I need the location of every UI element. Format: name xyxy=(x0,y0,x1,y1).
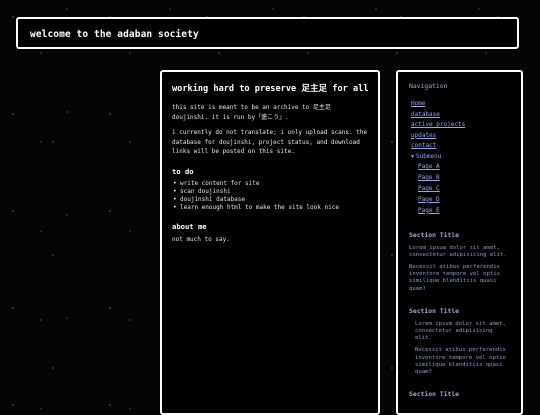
submenu-link-page-b[interactable]: Page B xyxy=(418,173,511,184)
section-text: Necessit atibus perferendis inventore te… xyxy=(415,347,506,375)
site-title: welcome to the adaban society xyxy=(30,29,199,40)
todo-item: doujinshi database xyxy=(173,196,368,204)
todo-item: scan doujinshi xyxy=(173,188,368,196)
submenu-toggle[interactable]: ▼ Submenu xyxy=(411,152,511,163)
todo-item: write content for site xyxy=(173,180,368,188)
site-header: welcome to the adaban society xyxy=(16,17,519,49)
todo-list: write content for site scan doujinshi do… xyxy=(172,180,368,213)
nav-link-updates[interactable]: updates xyxy=(411,131,511,142)
nav-link-active-projects[interactable]: active projects xyxy=(411,120,511,131)
about-heading: about me xyxy=(172,222,207,232)
section-text: Lorem ipsum dolor sit amet, consectetur … xyxy=(409,244,507,258)
intro-paragraph: this site is meant to be an archive to 足… xyxy=(172,104,331,121)
submenu-link-page-a[interactable]: Page A xyxy=(418,162,511,173)
main-content-panel: working hard to preserve 足主足 for all thi… xyxy=(160,70,380,415)
submenu-label: Submenu xyxy=(416,152,442,160)
triangle-down-icon: ▼ xyxy=(411,153,415,160)
note-paragraph: i currently do not translate; i only upl… xyxy=(172,129,368,155)
nav-link-home[interactable]: Home xyxy=(411,99,511,110)
submenu-link-page-d[interactable]: Page D xyxy=(418,195,511,206)
section-title: Section Title xyxy=(409,230,460,239)
submenu-link-page-c[interactable]: Page C xyxy=(418,184,511,195)
sidebar-panel: Navigation Home database active projects… xyxy=(396,70,523,415)
about-paragraph: not much to say. xyxy=(172,236,230,244)
section-text: Lorem ipsum dolor sit amet, consectetur … xyxy=(415,320,506,342)
nav-link-contact[interactable]: contact xyxy=(411,141,511,152)
submenu-link-page-e[interactable]: Page E xyxy=(418,206,511,217)
section-title: Section Title xyxy=(409,390,460,399)
todo-heading: to do xyxy=(172,166,194,176)
page-heading: working hard to preserve 足主足 for all xyxy=(172,84,369,94)
nav-title: Navigation xyxy=(409,82,448,90)
nav-link-database[interactable]: database xyxy=(411,110,511,121)
todo-item: learn enough html to make the site look … xyxy=(173,204,368,212)
section-text: Necessit atibus perferendis inventore te… xyxy=(409,263,500,292)
section-title: Section Title xyxy=(409,306,460,315)
